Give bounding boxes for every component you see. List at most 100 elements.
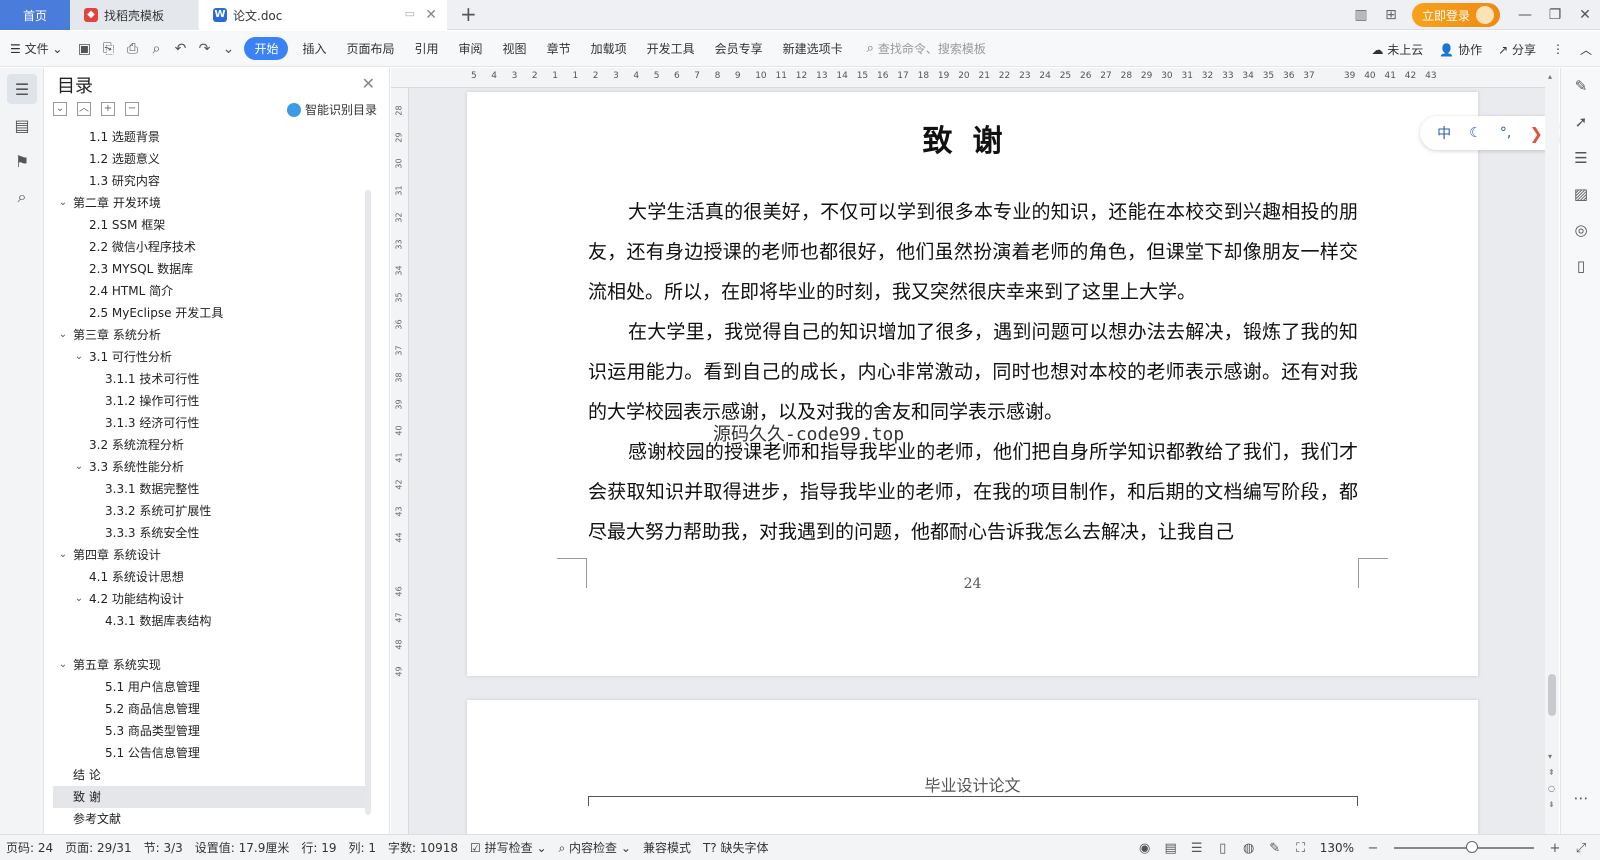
status-row[interactable]: 行: 19 [295,839,342,856]
menu-tab-1[interactable]: 插入 [292,40,336,57]
chevron-down-icon[interactable]: ⌄ [57,544,69,566]
moon-icon[interactable]: ☾ [1469,125,1482,141]
toc-item[interactable]: 5.1 用户信息管理 [53,676,368,698]
chevron-down-icon[interactable]: ⌄ [73,346,85,368]
undo-icon[interactable]: ↶ [168,41,192,57]
adjust-sliders-icon[interactable]: ☰ [1561,140,1600,176]
prev-page-icon[interactable]: ⇞ [1548,768,1555,777]
content-check-button[interactable]: ⌕ 内容检查 ⌄ [553,839,637,856]
toc-scrollbar[interactable] [365,190,371,815]
document-page[interactable]: 毕业设计论文 [467,700,1478,834]
vertical-ruler[interactable]: 28 29 30 31 32 33 34 35 36 37 38 39 40 41 42 43 44 46 47 48… [391,88,409,834]
outline-view-icon[interactable]: ☰ [1184,841,1210,856]
horizontal-ruler[interactable]: 5 4 3 2 1 1 2 3 4 5 6 7 8 9 10 11 12 13 14 15 16 17 18 19 20 21 22… [391,68,1545,88]
toc-item[interactable]: ⌄ 4.2 功能结构设计 [53,588,368,610]
edit-pen-icon[interactable]: ✎ [1561,68,1600,104]
eye-protect-icon[interactable]: ◉ [1132,841,1158,856]
paragraph-2[interactable]: 在大学里，我觉得自己的知识增加了很多，遇到问题可以想办法去解决，锻炼了我的知识运… [588,312,1358,432]
toc-item[interactable]: 1.2 选题意义 [53,148,368,170]
menu-tab-6[interactable]: 章节 [537,40,581,57]
menu-tab-2[interactable]: 页面布局 [337,40,405,57]
cloud-status-button[interactable]: ☁ 未上云 [1363,41,1431,58]
menu-tab-0[interactable]: 开始 [244,37,289,60]
document-scrollbar[interactable]: ▴ ▾ ⇞ ○ ⇟ [1545,68,1559,834]
toc-item[interactable]: 1.1 选题背景 [53,126,368,148]
image-tool-icon[interactable]: ▨ [1561,176,1600,212]
more-icon[interactable]: ⋮ [1544,42,1572,56]
command-search[interactable]: ⌕ 查找命令、搜索模板 [867,40,986,57]
menu-tab-10[interactable]: 新建选项卡 [773,40,853,57]
apps-grid-icon[interactable]: ⊞ [1380,7,1402,23]
chevron-right-icon[interactable]: ❯ [1530,124,1543,143]
toc-item[interactable]: ⌄ 第二章 开发环境 [53,192,368,214]
collapse-ribbon-icon[interactable]: ︿ [1572,41,1600,58]
chevron-down-icon[interactable]: ⌄ [73,456,85,478]
toc-item[interactable]: ⌄ 第四章 系统设计 [53,544,368,566]
zoom-in-icon[interactable]: + [1542,841,1568,856]
toc-close-icon[interactable]: ✕ [362,74,375,93]
collapse-all-icon[interactable]: ︿ [77,102,91,116]
collaborate-button[interactable]: 👤 协作 [1431,41,1490,58]
punctuation-icon[interactable]: °, [1500,125,1511,141]
document-page[interactable]: 致谢 大学生活真的很美好，不仅可以学到很多本专业的知识，还能在本校交到兴趣相投的… [467,92,1478,676]
missing-font-button[interactable]: T? 缺失字体 [697,839,775,856]
toc-item[interactable]: 5.3 商品类型管理 [53,720,368,742]
toc-item[interactable]: 2.1 SSM 框架 [53,214,368,236]
menu-tab-4[interactable]: 审阅 [449,40,493,57]
toc-item[interactable]: 4.3.1 数据库表结构 [53,610,368,632]
redo-icon[interactable]: ↷ [192,41,216,57]
find-icon[interactable]: ⌕ [7,182,37,212]
menu-tab-7[interactable]: 加载项 [581,40,637,57]
bookmark-icon[interactable]: ⚑ [7,146,37,176]
toc-panel-icon[interactable]: ☰ [7,74,37,104]
toc-item[interactable]: 5.1 公告信息管理 [53,742,368,764]
tab-pin-icon[interactable]: ▭ [405,7,415,20]
next-page-icon[interactable]: ⇟ [1548,800,1555,809]
status-col[interactable]: 列: 1 [342,839,382,856]
web-view-icon[interactable]: ◍ [1236,841,1262,856]
toc-item[interactable]: 2.2 微信小程序技术 [53,236,368,258]
toc-item[interactable]: 2.3 MYSQL 数据库 [53,258,368,280]
chevron-down-icon[interactable]: ⌄ [57,192,69,214]
toc-item[interactable]: 5.2 商品信息管理 [53,698,368,720]
tab-home[interactable]: 首页 [0,0,70,30]
toc-item[interactable]: 致 谢 [53,786,368,808]
toc-item[interactable]: 2.4 HTML 简介 [53,280,368,302]
status-setting[interactable]: 设置值: 17.9厘米 [189,839,296,856]
toc-item[interactable]: 3.1.3 经济可行性 [53,412,368,434]
status-section[interactable]: 节: 3/3 [138,839,189,856]
chevron-down-icon[interactable]: ⌄ [57,654,69,676]
print-preview-icon[interactable]: ⌕ [144,41,168,57]
menu-tab-8[interactable]: 开发工具 [637,40,705,57]
tab-template[interactable]: ◆ 找稻壳模板 [70,0,198,30]
location-icon[interactable]: ◎ [1561,212,1600,248]
toc-item[interactable]: 3.3.2 系统可扩展性 [53,500,368,522]
chevron-down-icon[interactable]: ⌄ [73,588,85,610]
input-method-toolbar[interactable]: 中 ☾ °, ❯ [1420,116,1560,150]
more-dots-icon[interactable]: ⋯ [1561,780,1600,816]
toc-item[interactable]: ⌄ 第五章 系统实现 [53,654,368,676]
select-pointer-icon[interactable]: ➚ [1561,104,1600,140]
close-window-icon[interactable]: ✕ [1570,7,1600,23]
toc-item[interactable] [53,632,368,654]
status-page-code[interactable]: 页码: 24 [0,839,59,856]
smart-toc-button[interactable]: 智能识别目录 [286,101,377,118]
zoom-slider[interactable] [1394,841,1534,853]
new-tab-button[interactable]: + [460,2,477,26]
paragraph-1[interactable]: 大学生活真的很美好，不仅可以学到很多本专业的知识，还能在本校交到兴趣相投的朋友，… [588,192,1358,312]
tab-close-icon[interactable]: ✕ [425,7,437,23]
save-icon[interactable]: ▣ [72,41,96,57]
status-words[interactable]: 字数: 10918 [382,839,464,856]
minimize-icon[interactable]: — [1510,7,1540,23]
restore-icon[interactable]: ❐ [1540,7,1570,23]
export-pdf-icon[interactable]: ⎘ [96,41,120,57]
toc-item[interactable]: 1.3 研究内容 [53,170,368,192]
paragraph-3[interactable]: 感谢校园的授课老师和指导我毕业的老师，他们把自身所学知识都教给了我们，我们才会获… [588,432,1358,552]
tab-document[interactable]: W 论文.doc ▭ ✕ [199,0,447,30]
toc-item[interactable]: 2.5 MyEclipse 开发工具 [53,302,368,324]
toc-item[interactable]: ⌄ 第三章 系统分析 [53,324,368,346]
select-browse-icon[interactable]: ○ [1548,784,1555,793]
zoom-out-icon[interactable]: − [1360,841,1386,856]
ime-language[interactable]: 中 [1437,123,1451,143]
toc-item[interactable]: 3.3.1 数据完整性 [53,478,368,500]
